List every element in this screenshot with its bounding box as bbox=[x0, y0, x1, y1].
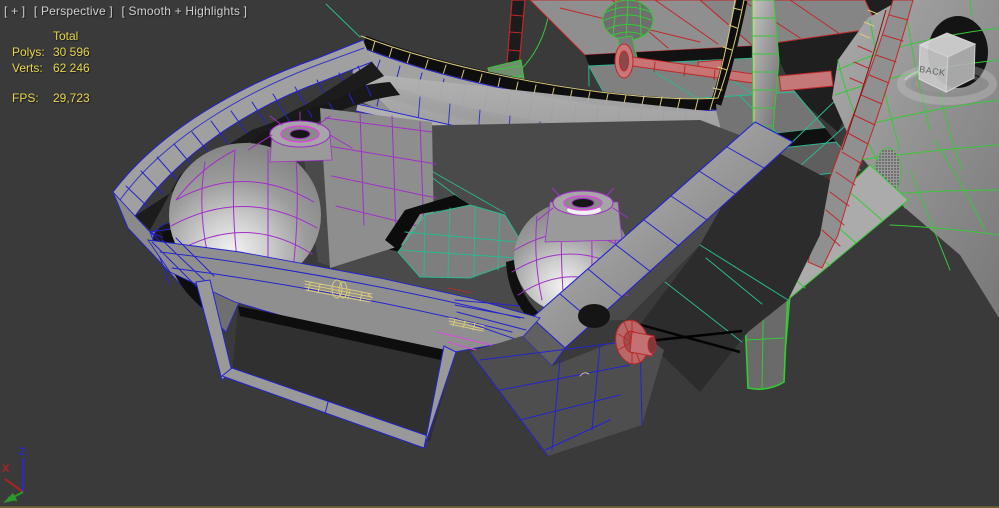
rail-hole bbox=[578, 304, 610, 328]
3d-viewport[interactable]: BACK Z X [ + ] [ Perspective ] [ Smooth … bbox=[0, 0, 999, 508]
viewport-pov-menu[interactable]: [ Perspective ] bbox=[34, 4, 113, 18]
viewport-shading-menu[interactable]: [ Smooth + Highlights ] bbox=[121, 4, 247, 18]
stats-fps-label: FPS: bbox=[12, 91, 39, 105]
stats-polys-value: 30 596 bbox=[53, 45, 90, 59]
car-chassis-wireframe-scene: BACK Z X bbox=[0, 0, 999, 508]
stats-verts-value: 62 246 bbox=[53, 61, 90, 75]
stats-column-header: Total bbox=[53, 29, 79, 43]
stats-fps-value: 29,723 bbox=[53, 91, 90, 105]
z-axis-label: Z bbox=[19, 446, 26, 458]
stats-polys-label: Polys: bbox=[12, 45, 45, 59]
stats-verts-label: Verts: bbox=[12, 61, 43, 75]
viewport-general-menu[interactable]: [ + ] bbox=[4, 4, 25, 18]
viewport-label: [ + ] [ Perspective ] [ Smooth + Highlig… bbox=[4, 4, 252, 18]
x-axis-label: X bbox=[2, 463, 10, 475]
